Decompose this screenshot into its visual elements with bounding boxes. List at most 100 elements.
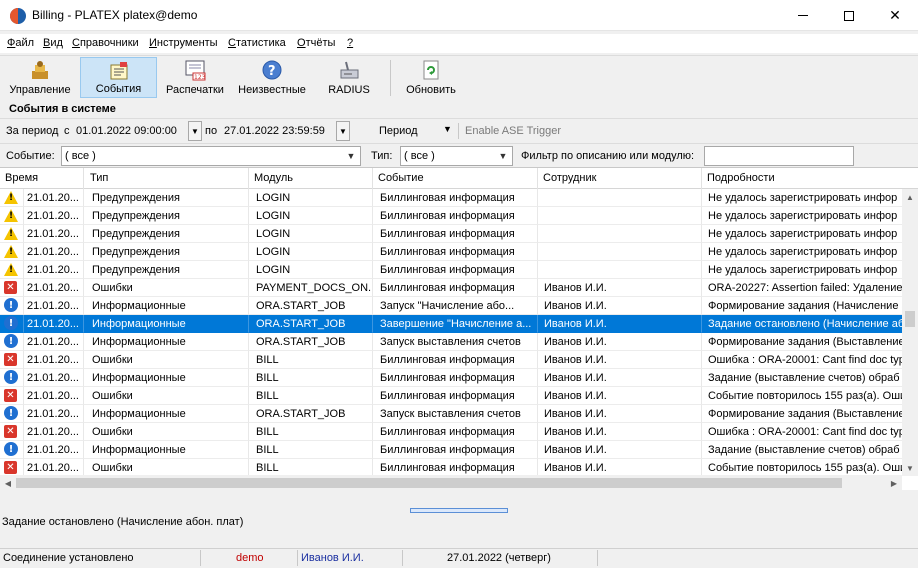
table-row[interactable]: !21.01.20...ИнформационныеORA.START_JOBЗ…: [0, 315, 902, 333]
menu-item-5[interactable]: Отчёты: [297, 37, 335, 49]
period-select-arrow-icon[interactable]: ▼: [443, 124, 452, 134]
table-row[interactable]: ✕ 21.01.20... Ошибки BILL Биллинговая информ…: [0, 423, 902, 441]
row-icon-cell: [0, 243, 24, 261]
cell-details: Не удалось зарегистрировать инфор: [702, 243, 902, 261]
menu-item-6[interactable]: ?: [347, 37, 353, 49]
warning-icon: [4, 245, 18, 258]
period-select[interactable]: Период: [379, 125, 418, 137]
cell-time: 21.01.20...: [24, 369, 84, 387]
cell-details: Задание (выставление счетов) обраб: [702, 369, 902, 387]
column-header-type[interactable]: Тип: [84, 168, 249, 189]
ase-trigger-toggle[interactable]: Enable ASE Trigger: [465, 125, 561, 137]
date-to-field[interactable]: 27.01.2022 23:59:59: [220, 121, 336, 141]
scroll-right-icon[interactable]: ▶: [886, 475, 902, 490]
event-select[interactable]: ( все ) ▼: [61, 146, 361, 166]
refresh-button[interactable]: Обновить: [398, 57, 464, 98]
panel-splitter[interactable]: [0, 507, 918, 515]
date-to-dropdown[interactable]: ▼: [336, 121, 350, 141]
cell-employee: [538, 243, 702, 261]
table-row[interactable]: 21.01.20...ПредупрежденияLOGINБиллингова…: [0, 261, 902, 279]
cell-module: BILL: [249, 351, 373, 369]
unknown-button[interactable]: ? Неизвестные: [234, 57, 310, 98]
horizontal-scroll-thumb[interactable]: [16, 478, 842, 488]
maximize-button[interactable]: [826, 0, 872, 31]
info-icon: !: [4, 442, 18, 456]
column-header-event[interactable]: Событие: [373, 168, 538, 189]
row-icon-cell: !: [0, 405, 24, 423]
cell-event: Биллинговая информация: [373, 423, 538, 441]
cell-event: Биллинговая информация: [373, 441, 538, 459]
menu-item-1[interactable]: Вид: [43, 37, 63, 49]
scroll-down-icon[interactable]: ▼: [902, 460, 918, 476]
type-select[interactable]: ( все ) ▼: [400, 146, 513, 166]
toolbar-separator: [390, 60, 391, 96]
events-button[interactable]: События: [80, 57, 157, 98]
cell-details: Не удалось зарегистрировать инфор: [702, 261, 902, 279]
column-header-details[interactable]: Подробности: [702, 168, 918, 189]
table-row[interactable]: ! 21.01.20... Информационные BILL Биллингова…: [0, 369, 902, 387]
cell-module: ORA.START_JOB: [249, 333, 373, 351]
cell-employee: Иванов И.И.: [538, 297, 702, 315]
minimize-button[interactable]: [780, 0, 826, 31]
row-icon-cell: ✕: [0, 423, 24, 441]
table-row[interactable]: 21.01.20...ПредупрежденияLOGINБиллингова…: [0, 207, 902, 225]
menu-item-0[interactable]: Файл: [7, 37, 34, 49]
vertical-scroll-thumb[interactable]: [905, 311, 915, 327]
type-label: Тип:: [371, 150, 393, 162]
column-header-module[interactable]: Модуль: [249, 168, 373, 189]
cell-employee: [538, 261, 702, 279]
splitter-grip[interactable]: [410, 508, 508, 513]
cell-type: Ошибки: [84, 351, 249, 369]
menu-item-4[interactable]: Статистика: [228, 37, 286, 49]
vertical-scrollbar[interactable]: ▲ ▼: [902, 189, 918, 476]
cell-module: LOGIN: [249, 225, 373, 243]
table-row[interactable]: ✕ 21.01.20... Ошибки PAYMENT_DOCS_ON... Билл…: [0, 279, 902, 297]
table-row[interactable]: 21.01.20...ПредупрежденияLOGINБиллингова…: [0, 225, 902, 243]
cell-details: Не удалось зарегистрировать инфор: [702, 225, 902, 243]
row-icon-cell: [0, 207, 24, 225]
cell-type: Предупреждения: [84, 225, 249, 243]
date-from-dropdown[interactable]: ▼: [188, 121, 202, 141]
close-button[interactable]: ✕: [872, 0, 918, 31]
menu-item-3[interactable]: Инструменты: [149, 37, 218, 49]
cell-details: Задание остановлено (Начисление аб: [702, 315, 902, 333]
table-row[interactable]: ✕ 21.01.20... Ошибки BILL Биллинговая информ…: [0, 387, 902, 405]
manage-button[interactable]: Управление: [4, 57, 76, 98]
scroll-up-icon[interactable]: ▲: [902, 189, 918, 205]
cell-time: 21.01.20...: [24, 225, 84, 243]
cell-event: Запуск выставления счетов: [373, 405, 538, 423]
table-row[interactable]: !21.01.20...ИнформационныеORA.START_JOBЗ…: [0, 297, 902, 315]
table-row[interactable]: ! 21.01.20... Информационные BILL Биллингова…: [0, 441, 902, 459]
filter-separator: [458, 123, 459, 139]
table-row[interactable]: ✕ 21.01.20... Ошибки BILL Биллинговая информ…: [0, 351, 902, 369]
scroll-left-icon[interactable]: ◀: [0, 475, 16, 490]
column-header-time[interactable]: Время: [0, 168, 84, 189]
radius-button[interactable]: RADIUS: [314, 57, 384, 98]
row-icon-cell: ✕: [0, 387, 24, 405]
connection-status: Соединение установлено: [3, 552, 134, 564]
warning-icon: [4, 263, 18, 276]
column-header-employee[interactable]: Сотрудник: [538, 168, 702, 189]
horizontal-scrollbar[interactable]: ◀ ▶: [0, 475, 902, 490]
cell-details: Формирование задания (Выставление: [702, 333, 902, 351]
cell-type: Предупреждения: [84, 189, 249, 207]
table-row[interactable]: 21.01.20...ПредупрежденияLOGINБиллингова…: [0, 189, 902, 207]
cell-details: Формирование задания (Начисление а: [702, 297, 902, 315]
status-bar: Соединение установлено demo Иванов И.И. …: [0, 548, 918, 568]
warning-icon: [4, 227, 18, 240]
prints-button[interactable]: 123 Распечатки: [160, 57, 230, 98]
table-row[interactable]: !21.01.20...ИнформационныеORA.START_JOBЗ…: [0, 405, 902, 423]
cell-time: 21.01.20...: [24, 441, 84, 459]
desc-filter-input[interactable]: [704, 146, 854, 166]
table-row[interactable]: !21.01.20...ИнформационныеORA.START_JOBЗ…: [0, 333, 902, 351]
svg-text:123: 123: [194, 74, 206, 81]
app-logo-icon: [10, 8, 26, 24]
info-icon: !: [4, 334, 18, 348]
cell-type: Информационные: [84, 315, 249, 333]
table-row[interactable]: 21.01.20...ПредупрежденияLOGINБиллингова…: [0, 243, 902, 261]
menu-item-2[interactable]: Справочники: [72, 37, 139, 49]
cell-type: Предупреждения: [84, 261, 249, 279]
cell-event: Запуск "Начисление або...: [373, 297, 538, 315]
date-from-field[interactable]: 01.01.2022 09:00:00: [72, 121, 188, 141]
cell-event: Биллинговая информация: [373, 369, 538, 387]
